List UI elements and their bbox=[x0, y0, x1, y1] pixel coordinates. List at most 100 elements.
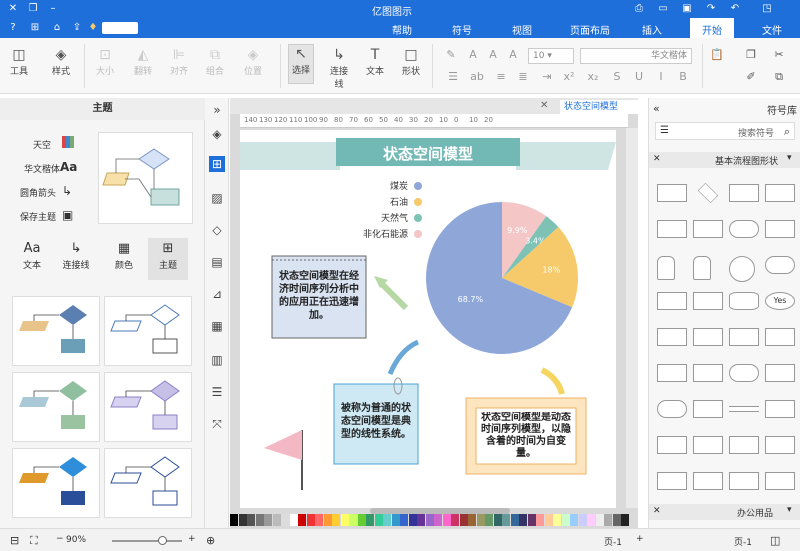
menu-insert[interactable]: 插入 bbox=[642, 22, 662, 37]
fill-icon[interactable]: ◈ bbox=[209, 126, 225, 142]
font-size-select[interactable]: 10 ▾ bbox=[528, 48, 574, 64]
theme-panel-icon[interactable]: ⊞ bbox=[209, 156, 225, 172]
palette-swatch[interactable] bbox=[349, 514, 357, 526]
menu-layout[interactable]: 页面布局 bbox=[570, 22, 610, 37]
palette-swatch[interactable] bbox=[595, 514, 604, 526]
theme-option-connector[interactable]: 圆角箭头 bbox=[20, 186, 56, 199]
symbol-shape-rect[interactable] bbox=[693, 436, 723, 454]
palette-swatch[interactable] bbox=[400, 514, 408, 526]
symbol-shape-rect[interactable] bbox=[765, 184, 795, 202]
theme-thumb-5[interactable] bbox=[12, 448, 100, 518]
symbol-shape-rect[interactable] bbox=[657, 436, 687, 454]
zoom-fit-icon[interactable]: ⊕ bbox=[206, 534, 215, 547]
table-icon[interactable]: ▦ bbox=[209, 318, 225, 334]
vertical-scrollbar[interactable] bbox=[626, 128, 638, 508]
palette-swatch[interactable] bbox=[264, 514, 272, 526]
category-close-icon[interactable]: ✕ bbox=[653, 154, 661, 164]
symbol-shape-rect[interactable] bbox=[765, 436, 795, 454]
flip-button[interactable]: ◭ 翻转 bbox=[130, 46, 156, 77]
document-tab[interactable]: 状态空间模型 bbox=[560, 100, 652, 114]
symbol-search-box[interactable]: ☰ 搜索符号 ⌕ bbox=[655, 122, 795, 140]
image-icon[interactable]: ▨ bbox=[209, 190, 225, 206]
theme-thumb-2[interactable] bbox=[104, 296, 192, 366]
symbol-shape-person[interactable] bbox=[693, 256, 711, 280]
palette-swatch[interactable] bbox=[255, 514, 264, 526]
palette-swatch[interactable] bbox=[366, 514, 374, 526]
share-icon[interactable]: ⇪ bbox=[70, 21, 84, 35]
symbol-shape-rect[interactable] bbox=[693, 292, 723, 310]
symbol-shape-rect[interactable] bbox=[657, 184, 687, 202]
palette-swatch[interactable] bbox=[621, 514, 629, 526]
symbol-shape-rect[interactable] bbox=[765, 364, 795, 382]
note-card-1[interactable]: 状态空间模型在经济时间序列分析中的应用正在迅速增加。 bbox=[271, 255, 367, 339]
palette-swatch[interactable] bbox=[408, 514, 417, 526]
palette-swatch[interactable] bbox=[510, 514, 519, 526]
office-close-icon[interactable]: ✕ bbox=[653, 506, 661, 516]
symbol-shape-rect[interactable] bbox=[693, 472, 723, 490]
symbol-shape-person[interactable] bbox=[657, 256, 675, 280]
subscript-icon[interactable]: x₂ bbox=[586, 70, 600, 83]
user-avatar[interactable] bbox=[102, 22, 138, 34]
underline-icon[interactable]: U bbox=[632, 70, 646, 83]
palette-swatch[interactable] bbox=[527, 514, 536, 526]
shape-button[interactable]: □ 形状 bbox=[398, 46, 424, 77]
palette-swatch[interactable] bbox=[332, 514, 340, 526]
symbol-shape-ellipse[interactable] bbox=[729, 364, 759, 382]
symbol-shape-cyl[interactable] bbox=[729, 292, 759, 310]
theme-thumb-6[interactable] bbox=[104, 448, 192, 518]
bold-icon[interactable]: B bbox=[676, 70, 690, 83]
format-painter-icon[interactable]: ✐ bbox=[744, 70, 758, 83]
zoom-in-icon[interactable]: + bbox=[188, 534, 196, 544]
symbol-shape-rect[interactable] bbox=[765, 328, 795, 346]
symbol-shape-rect[interactable] bbox=[765, 400, 795, 418]
copy-icon[interactable]: ❐ bbox=[744, 48, 758, 61]
copy-format-icon[interactable]: ⧉ bbox=[772, 70, 786, 84]
symbol-shape-diamond[interactable] bbox=[697, 182, 719, 204]
palette-swatch[interactable] bbox=[289, 514, 298, 526]
fullscreen-icon[interactable]: ⛶ bbox=[30, 534, 38, 548]
color-palette-bar[interactable] bbox=[230, 514, 638, 526]
lib-color-tool[interactable]: ▦ 颜色 bbox=[104, 240, 144, 271]
palette-swatch[interactable] bbox=[281, 514, 289, 526]
symbol-shape-rectl[interactable] bbox=[657, 220, 687, 238]
symbol-shape-rect[interactable] bbox=[657, 472, 687, 490]
align-button[interactable]: ⊫ 对齐 bbox=[166, 46, 192, 77]
save-icon[interactable]: ▣ bbox=[680, 2, 694, 16]
premium-icon[interactable]: ♦ bbox=[86, 21, 100, 35]
palette-swatch[interactable] bbox=[357, 514, 366, 526]
print-icon[interactable]: ⎙ bbox=[632, 2, 646, 16]
theme-option-save[interactable]: 保存主题 bbox=[20, 210, 56, 223]
menu-symbols[interactable]: 符号 bbox=[452, 22, 472, 37]
symbol-shape-ellipse[interactable] bbox=[765, 256, 795, 274]
palette-swatch[interactable] bbox=[425, 514, 434, 526]
page-list-icon[interactable]: ◫ bbox=[770, 534, 780, 547]
palette-swatch[interactable] bbox=[502, 514, 510, 526]
symbol-shape-rect[interactable] bbox=[693, 364, 723, 382]
note-card-3[interactable]: 状态空间模型是动态时间序列模型，以隐含着的时间为自变量。 bbox=[465, 397, 587, 475]
zoom-slider[interactable] bbox=[112, 540, 182, 542]
strike-icon[interactable]: S bbox=[610, 70, 624, 83]
search-settings-icon[interactable]: ☰ bbox=[660, 125, 669, 136]
symbol-shape-circle[interactable] bbox=[729, 256, 755, 282]
connector-button[interactable]: ↳ 连接线 bbox=[326, 46, 352, 90]
position-button[interactable]: ◈ 位置 bbox=[240, 46, 266, 77]
pie-chart[interactable]: 9.9%3.4%18%68.7% bbox=[426, 202, 578, 354]
palette-swatch[interactable] bbox=[417, 514, 425, 526]
palette-swatch[interactable] bbox=[306, 514, 315, 526]
lib-connector-tool[interactable]: ↳ 连接线 bbox=[56, 240, 96, 271]
theme-preview-card[interactable] bbox=[98, 132, 193, 224]
size-button[interactable]: ⊡ 大小 bbox=[92, 46, 118, 77]
theme-thumb-1[interactable] bbox=[12, 296, 100, 366]
superscript-icon[interactable]: x² bbox=[562, 70, 576, 83]
palette-swatch[interactable] bbox=[578, 514, 587, 526]
palette-swatch[interactable] bbox=[612, 514, 621, 526]
tab-close-icon[interactable]: ✕ bbox=[540, 100, 548, 111]
menu-home[interactable]: 开始 bbox=[690, 18, 734, 38]
select-button[interactable]: ↖ 选择 bbox=[288, 44, 314, 84]
symbol-shape-rect[interactable] bbox=[729, 328, 759, 346]
palette-swatch[interactable] bbox=[238, 514, 247, 526]
symbol-shape-rect[interactable] bbox=[729, 184, 759, 202]
palette-swatch[interactable] bbox=[553, 514, 561, 526]
clear-format-icon[interactable]: ✎ bbox=[444, 48, 458, 61]
palette-swatch[interactable] bbox=[298, 514, 306, 526]
